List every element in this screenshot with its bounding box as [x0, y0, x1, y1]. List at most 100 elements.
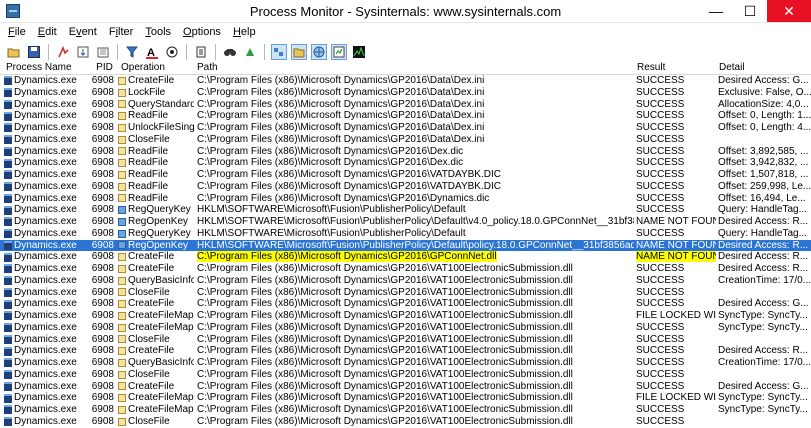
cell-result: SUCCESS	[634, 357, 716, 369]
table-row[interactable]: Dynamics.exe 6908 CloseFile C:\Program File…	[0, 369, 811, 381]
column-header-result[interactable]: Result	[634, 62, 716, 74]
menu-edit[interactable]: Edit	[32, 26, 63, 38]
registry-activity-icon[interactable]	[271, 44, 287, 60]
column-header-path[interactable]: Path	[194, 62, 634, 74]
process-icon	[4, 381, 12, 391]
table-row[interactable]: Dynamics.exe 6908 CreateFileMapp...C:\Prog…	[0, 392, 811, 404]
target-icon[interactable]	[164, 44, 180, 60]
table-row[interactable]: Dynamics.exe 6908 CloseFile C:\Program File…	[0, 416, 811, 428]
cell-operation: CreateFileMapp...	[118, 322, 194, 334]
menu-tools[interactable]: Tools	[139, 26, 177, 38]
file-activity-icon[interactable]	[291, 44, 307, 60]
filter-icon[interactable]	[124, 44, 140, 60]
menu-label-prefix: F	[108, 26, 116, 38]
open-icon[interactable]	[6, 44, 22, 60]
minimize-button[interactable]: —	[699, 0, 733, 22]
column-header-detail[interactable]: Detail	[716, 62, 811, 74]
find-icon[interactable]	[222, 44, 238, 60]
network-activity-icon[interactable]	[311, 44, 327, 60]
table-row[interactable]: Dynamics.exe 6908 ReadFile C:\Program Files…	[0, 193, 811, 205]
cell-operation: CreateFileMapp...	[118, 404, 194, 416]
table-row[interactable]: Dynamics.exe 6908 RegOpenKey HKLM\SOFTWARE\…	[0, 239, 811, 252]
table-row[interactable]: Dynamics.exe 6908 ReadFile C:\Program Files…	[0, 110, 811, 122]
process-icon	[4, 299, 12, 309]
table-row[interactable]: Dynamics.exe 6908 CreateFile C:\Program Fil…	[0, 263, 811, 275]
file-system-icon	[118, 300, 126, 309]
process-monitor-window: Process Monitor - Sysinternals: www.sysi…	[0, 0, 811, 428]
menu-label-prefix: E	[68, 26, 77, 38]
table-row[interactable]: Dynamics.exe 6908 RegQueryKey HKLM\SOFTWARE…	[0, 204, 811, 216]
menu-file[interactable]: File	[2, 26, 32, 38]
process-name-text: Dynamics.exe	[14, 368, 77, 380]
path-text: C:\Program Files (x86)\Microsoft Dynamic…	[197, 310, 573, 321]
autoscroll-icon[interactable]	[75, 44, 91, 60]
capture-icon[interactable]	[55, 44, 71, 60]
path-text: C:\Program Files (x86)\Microsoft Dynamic…	[197, 404, 573, 415]
table-row[interactable]: Dynamics.exe 6908 QueryBasicInfor...C:\Pro…	[0, 357, 811, 369]
table-row[interactable]: Dynamics.exe 6908 RegQueryKey HKLM\SOFTWARE…	[0, 228, 811, 240]
table-row[interactable]: Dynamics.exe 6908 CreateFileMapp...C:\Prog…	[0, 310, 811, 322]
table-row[interactable]: Dynamics.exe 6908 QueryBasicInfor...C:\Pro…	[0, 275, 811, 287]
maximize-button[interactable]: ☐	[733, 0, 767, 22]
highlight-icon[interactable]: A	[144, 44, 160, 60]
table-row[interactable]: Dynamics.exe 6908 CloseFile C:\Program File…	[0, 287, 811, 299]
menu-filter[interactable]: Filter	[103, 26, 139, 38]
jump-icon[interactable]	[193, 44, 209, 60]
path-text: C:\Program Files (x86)\Microsoft Dynamic…	[197, 380, 573, 392]
clear-icon[interactable]	[95, 44, 111, 60]
table-row[interactable]: Dynamics.exe 6908 CreateFileMapp...C:\Prog…	[0, 322, 811, 334]
file-system-icon	[118, 147, 126, 156]
table-row[interactable]: Dynamics.exe 6908 CreateFile C:\Program Fil…	[0, 75, 811, 87]
table-row[interactable]: Dynamics.exe 6908 ReadFile C:\Program Files…	[0, 169, 811, 181]
table-row[interactable]: Dynamics.exe 6908 QueryStandardI...C:\Prog…	[0, 99, 811, 111]
cell-operation: ReadFile	[118, 169, 194, 181]
table-row[interactable]: Dynamics.exe 6908 CloseFile C:\Program File…	[0, 134, 811, 146]
operation-text: RegOpenKey	[128, 216, 189, 227]
menu-options[interactable]: Options	[177, 26, 227, 38]
jump-to-icon[interactable]	[242, 44, 258, 60]
cell-operation: ReadFile	[118, 181, 194, 193]
table-row[interactable]: Dynamics.exe 6908 CreateFile C:\Program Fil…	[0, 251, 811, 263]
table-row[interactable]: Dynamics.exe 6908 CloseFile C:\Program File…	[0, 334, 811, 346]
cell-pid: 6908	[91, 298, 114, 310]
cell-detail: Desired Access: R...	[718, 251, 809, 263]
cell-detail: Offset: 259,998, Le...	[718, 180, 811, 192]
cell-pid: 6908	[91, 368, 114, 380]
cell-path: C:\Program Files (x86)\Microsoft Dynamic…	[194, 416, 634, 428]
table-row[interactable]: Dynamics.exe 6908 LockFile C:\Program Files…	[0, 87, 811, 99]
registry-icon	[118, 241, 126, 250]
operation-text: RegQueryKey	[128, 227, 191, 239]
menu-help[interactable]: Help	[227, 26, 262, 38]
cell-detail: CreationTime: 17/0...	[718, 357, 811, 368]
cell-result: FILE LOCKED WI...	[634, 310, 716, 322]
column-header-process-name[interactable]: Process Name	[0, 62, 88, 74]
operation-text: CloseFile	[128, 286, 170, 298]
path-text: C:\Program Files (x86)\Microsoft Dynamic…	[197, 110, 485, 122]
operation-text: UnlockFileSingle	[128, 122, 194, 133]
result-text: SUCCESS	[636, 357, 685, 368]
profiling-icon[interactable]	[351, 44, 367, 60]
column-header-pid[interactable]: PID	[88, 62, 118, 74]
table-row[interactable]: Dynamics.exe 6908 RegOpenKey HKLM\SOFTWARE\…	[0, 216, 811, 228]
cell-pid: 6908	[91, 145, 114, 157]
cell-path: C:\Program Files (x86)\Microsoft Dynamic…	[194, 404, 634, 416]
toolbar-separator	[117, 44, 118, 60]
save-icon[interactable]	[26, 44, 42, 60]
process-name-text: Dynamics.exe	[14, 263, 77, 274]
column-header-operation[interactable]: Operation	[118, 62, 194, 74]
process-activity-icon[interactable]	[331, 44, 347, 60]
table-row[interactable]: Dynamics.exe 6908 CreateFile C:\Program Fil…	[0, 298, 811, 310]
table-row[interactable]: Dynamics.exe 6908 CreateFile C:\Program Fil…	[0, 345, 811, 357]
menu-event[interactable]: Event	[63, 26, 103, 38]
cell-operation: ReadFile	[118, 193, 194, 205]
table-row[interactable]: Dynamics.exe 6908 CreateFileMapp...C:\Prog…	[0, 404, 811, 416]
cell-operation: CloseFile	[118, 134, 194, 146]
table-row[interactable]: Dynamics.exe 6908 ReadFile C:\Program Files…	[0, 146, 811, 158]
table-row[interactable]: Dynamics.exe 6908 ReadFile C:\Program Files…	[0, 157, 811, 169]
table-row[interactable]: Dynamics.exe 6908 ReadFile C:\Program Files…	[0, 181, 811, 193]
table-row[interactable]: Dynamics.exe 6908 UnlockFileSingleC:\Progr…	[0, 122, 811, 134]
close-button[interactable]: ✕	[767, 0, 811, 22]
table-row[interactable]: Dynamics.exe 6908 CreateFile C:\Program Fil…	[0, 381, 811, 393]
cell-pid: 6908	[91, 192, 114, 204]
cell-path: C:\Program Files (x86)\Microsoft Dynamic…	[194, 157, 634, 169]
